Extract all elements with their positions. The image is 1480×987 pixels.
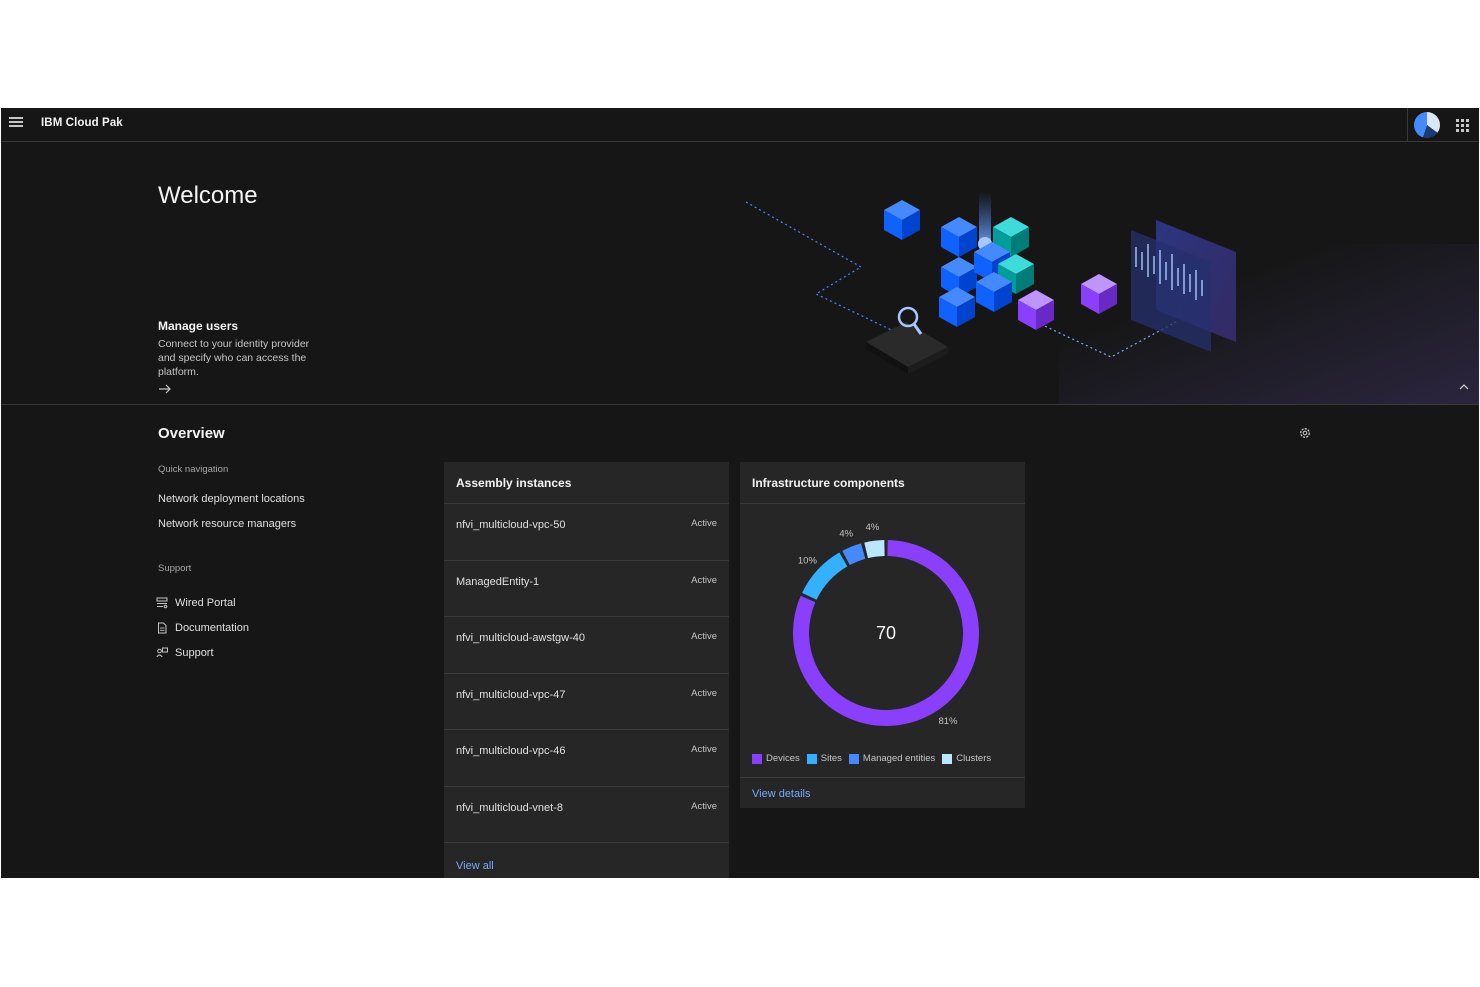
quick-navigation-label: Quick navigation bbox=[158, 464, 229, 475]
user-avatar-button[interactable] bbox=[1407, 108, 1445, 142]
donut-slice-clusters[interactable] bbox=[864, 540, 885, 559]
donut-chart-container: 81% 10% 4% 4% 70 bbox=[740, 505, 1025, 743]
avatar bbox=[1413, 112, 1440, 138]
donut-value-label: 4% bbox=[839, 529, 853, 540]
link-support[interactable]: Support bbox=[156, 640, 249, 665]
legend-swatch bbox=[848, 753, 859, 764]
legend-label: Sites bbox=[820, 753, 842, 764]
instance-name: nfvi_multicloud-vpc-50 bbox=[456, 519, 566, 531]
instance-name: nfvi_multicloud-vnet-8 bbox=[456, 801, 563, 814]
link-network-resource-managers[interactable]: Network resource managers bbox=[158, 518, 305, 543]
status-badge: Active bbox=[691, 687, 717, 699]
app-window: IBM Cloud Pak Welcome Manage users Conne… bbox=[1, 108, 1479, 878]
status-badge: Active bbox=[691, 800, 717, 812]
legend-swatch bbox=[806, 753, 817, 764]
app-switcher-button[interactable] bbox=[1445, 108, 1479, 142]
view-all-link[interactable]: View all bbox=[456, 860, 494, 872]
wired-portal-label: Wired Portal bbox=[175, 596, 236, 609]
assembly-instances-title: Assembly instances bbox=[444, 462, 729, 504]
welcome-banner: Welcome Manage users Connect to your ide… bbox=[1, 142, 1479, 405]
table-row[interactable]: nfvi_multicloud-vpc-50 Active bbox=[444, 504, 729, 561]
support-icon bbox=[156, 647, 168, 657]
legend-item-sites[interactable]: Sites bbox=[806, 753, 842, 764]
infrastructure-components-title: Infrastructure components bbox=[740, 462, 1025, 504]
instance-name: nfvi_multicloud-vpc-47 bbox=[456, 688, 566, 701]
donut-value-label: 10% bbox=[798, 555, 818, 566]
table-row[interactable]: nfvi_multicloud-awstgw-40 Active bbox=[444, 617, 729, 674]
link-documentation[interactable]: Documentation bbox=[156, 615, 249, 640]
support-links: Wired Portal Documentation Support bbox=[156, 590, 249, 665]
manage-users-title: Manage users bbox=[158, 319, 239, 333]
arrow-right-icon[interactable] bbox=[158, 383, 172, 395]
documentation-label: Documentation bbox=[175, 621, 249, 634]
infrastructure-card-footer: View details bbox=[740, 777, 1025, 808]
table-row[interactable]: ManagedEntity-1 Active bbox=[444, 561, 729, 617]
status-badge: Active bbox=[691, 518, 717, 529]
link-wired-portal[interactable]: Wired Portal bbox=[156, 590, 249, 615]
view-details-link[interactable]: View details bbox=[752, 788, 811, 800]
donut-chart: 81% 10% 4% 4% 70 bbox=[793, 522, 979, 727]
document-icon bbox=[158, 622, 167, 633]
status-badge: Active bbox=[691, 631, 717, 642]
app-switcher-icon bbox=[1455, 118, 1469, 132]
welcome-illustration bbox=[745, 192, 1236, 374]
instance-name: ManagedEntity-1 bbox=[456, 575, 540, 588]
top-header: IBM Cloud Pak bbox=[1, 108, 1479, 142]
instance-name: nfvi_multicloud-vpc-46 bbox=[456, 745, 566, 757]
quick-navigation-links: Network deployment locations Network res… bbox=[158, 493, 305, 543]
legend-item-devices[interactable]: Devices bbox=[752, 753, 800, 764]
brand-name[interactable]: IBM Cloud Pak bbox=[41, 117, 123, 129]
table-row[interactable]: nfvi_multicloud-vpc-46 Active bbox=[444, 730, 729, 787]
legend-label: Clusters bbox=[956, 753, 992, 764]
donut-center-total: 70 bbox=[876, 623, 896, 643]
status-badge: Active bbox=[691, 574, 717, 586]
status-badge: Active bbox=[691, 744, 717, 755]
table-row[interactable]: nfvi_multicloud-vnet-8 Active bbox=[444, 787, 729, 843]
legend-swatch bbox=[752, 753, 762, 764]
manage-users-tile[interactable]: Manage users Connect to your identity pr… bbox=[158, 319, 318, 395]
link-network-deployment-locations[interactable]: Network deployment locations bbox=[158, 493, 305, 518]
gear-icon[interactable] bbox=[1298, 426, 1312, 440]
legend-item-clusters[interactable]: Clusters bbox=[942, 753, 991, 764]
legend-swatch bbox=[942, 753, 953, 764]
table-row[interactable]: nfvi_multicloud-vpc-47 Active bbox=[444, 674, 729, 730]
overview-title: Overview bbox=[158, 425, 225, 442]
donut-value-label: 81% bbox=[938, 716, 958, 727]
welcome-title: Welcome bbox=[158, 182, 258, 209]
chevron-up-icon[interactable] bbox=[1457, 382, 1471, 392]
support-label: Support bbox=[158, 563, 192, 574]
infrastructure-components-card: Infrastructure components 81% 10% 4% 4% 70 D… bbox=[740, 462, 1025, 808]
legend-label: Devices bbox=[766, 753, 800, 764]
chart-legend: Devices Sites Managed entities Clusters bbox=[752, 753, 998, 764]
manage-users-description: Connect to your identity provider and sp… bbox=[158, 338, 310, 378]
portal-icon bbox=[156, 597, 168, 608]
assembly-instances-card: Assembly instances nfvi_multicloud-vpc-5… bbox=[444, 462, 729, 878]
donut-value-label: 4% bbox=[866, 522, 880, 533]
donut-slice-managed-entities[interactable] bbox=[842, 543, 866, 566]
instance-name: nfvi_multicloud-awstgw-40 bbox=[456, 632, 585, 644]
legend-label: Managed entities bbox=[862, 753, 936, 764]
legend-item-managed-entities[interactable]: Managed entities bbox=[848, 753, 936, 764]
support-link-label: Support bbox=[175, 646, 214, 659]
hamburger-icon[interactable] bbox=[9, 117, 23, 131]
